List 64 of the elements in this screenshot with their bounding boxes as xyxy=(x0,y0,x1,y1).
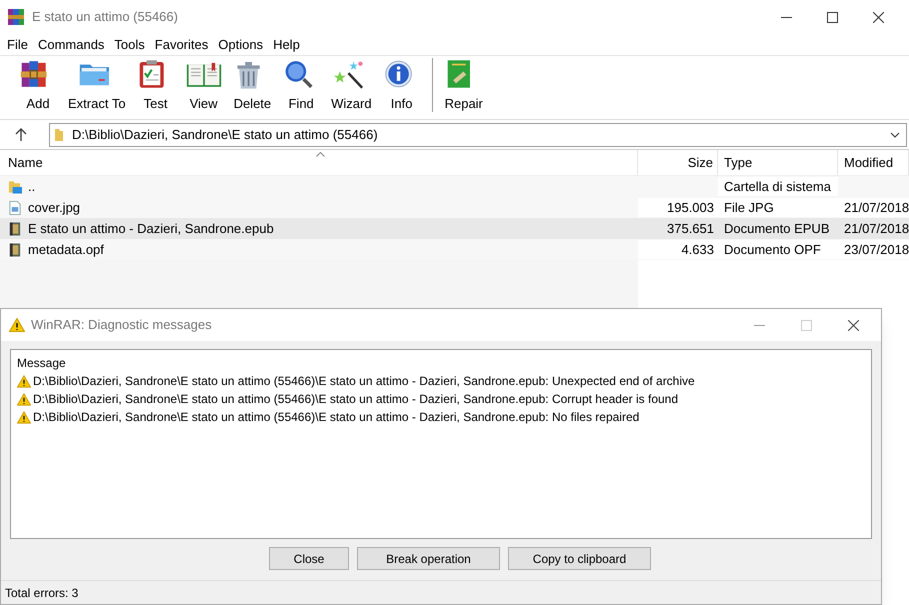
menu-item[interactable]: Commands xyxy=(32,34,110,54)
menu-item[interactable]: Options xyxy=(213,34,268,54)
message-text: D:\Biblio\Dazieri, Sandrone\E stato un attimo (55466)\E stato un attimo - Dazieri, Sandrone.epub: Corrupt header is found xyxy=(33,391,678,408)
dialog-title: WinRAR: Diagnostic messages xyxy=(31,316,212,334)
file-name: cover.jpg xyxy=(28,198,80,217)
warning-icon xyxy=(9,318,25,332)
dialog-button[interactable]: Copy to clipboard xyxy=(508,547,651,570)
toolbar-button[interactable]: Add xyxy=(14,56,62,113)
warning-icon xyxy=(17,374,31,388)
window-title: E stato un attimo (55466) xyxy=(32,8,178,26)
menu-item[interactable]: Help xyxy=(268,34,305,54)
warning-icon xyxy=(17,392,31,406)
file-row[interactable]: metadata.opf 4.633 Documento OPF 23/07/2018 xyxy=(0,239,909,260)
up-arrow-icon[interactable] xyxy=(15,128,27,141)
toolbar-button[interactable]: Delete xyxy=(228,56,278,113)
file-name: E stato un attimo - Dazieri, Sandrone.epub xyxy=(28,220,274,238)
column-header[interactable]: Type xyxy=(718,150,838,175)
toolbar-button[interactable]: Repair xyxy=(438,56,489,113)
close-icon[interactable] xyxy=(848,320,859,330)
column-header[interactable]: Size xyxy=(638,150,718,175)
maximize-icon xyxy=(801,320,812,330)
column-header[interactable]: Modified xyxy=(838,150,909,175)
table-cell-text: 21/07/2018 xyxy=(844,220,909,238)
column-header[interactable]: Message xyxy=(17,354,871,372)
image-file-icon xyxy=(8,200,22,216)
file-row[interactable]: E stato un attimo - Dazieri, Sandrone.epub 375.651 Documento EPUB 21/07/2018 xyxy=(0,218,909,239)
menu-item[interactable]: Favorites xyxy=(150,34,214,54)
toolbar-button[interactable]: Extract To xyxy=(62,56,132,113)
folder-icon xyxy=(8,178,22,194)
warning-icon xyxy=(17,410,31,424)
table-cell-text: 375.651 xyxy=(667,220,714,238)
dialog-button[interactable]: Break operation xyxy=(357,547,500,570)
table-cell-text: 21/07/2018 xyxy=(844,198,909,217)
book-icon xyxy=(8,242,22,258)
message-text: D:\Biblio\Dazieri, Sandrone\E stato un attimo (55466)\E stato un attimo - Dazieri, Sandrone.epub: Unexpected end of archive xyxy=(33,373,695,390)
path-text: D:\Biblio\Dazieri, Sandrone\E stato un attimo (55466) xyxy=(72,126,379,144)
table-cell-text: Documento OPF xyxy=(724,240,821,259)
book-icon xyxy=(8,220,22,236)
toolbar-button[interactable]: Info xyxy=(378,56,426,113)
app-icon xyxy=(8,9,24,25)
dialog-button[interactable]: Close xyxy=(269,547,349,570)
path-field[interactable]: D:\Biblio\Dazieri, Sandrone\E stato un attimo (55466) xyxy=(49,122,907,146)
file-name: metadata.opf xyxy=(28,240,104,259)
message-text: D:\Biblio\Dazieri, Sandrone\E stato un attimo (55466)\E stato un attimo - Dazieri, Sandrone.epub: No files repaired xyxy=(33,409,640,426)
table-cell-text: 23/07/2018 xyxy=(844,240,909,259)
toolbar-button[interactable]: Wizard xyxy=(325,56,378,113)
toolbar-button[interactable]: Find xyxy=(277,56,326,113)
sort-caret-icon xyxy=(316,152,325,157)
table-cell-text: File JPG xyxy=(724,198,774,217)
menu-item[interactable]: Tools xyxy=(109,34,150,54)
folder-icon xyxy=(54,128,64,142)
toolbar-button[interactable]: View xyxy=(180,56,228,113)
menu-item[interactable]: File xyxy=(2,34,33,54)
column-header[interactable]: Name xyxy=(0,150,638,175)
table-cell-text: 195.003 xyxy=(667,198,714,217)
toolbar-button[interactable]: Test xyxy=(132,56,180,113)
dropdown-caret-icon[interactable] xyxy=(890,132,900,138)
file-name: .. xyxy=(28,178,36,196)
file-row[interactable]: .. Cartella di sistema xyxy=(0,176,909,197)
table-cell-text: Cartella di sistema xyxy=(724,178,831,196)
table-cell-text: 4.633 xyxy=(681,240,714,259)
file-row[interactable]: cover.jpg 195.003 File JPG 21/07/2018 xyxy=(0,197,909,218)
table-cell-text: Documento EPUB xyxy=(724,220,830,238)
status-text: Total errors: 3 xyxy=(5,584,78,602)
